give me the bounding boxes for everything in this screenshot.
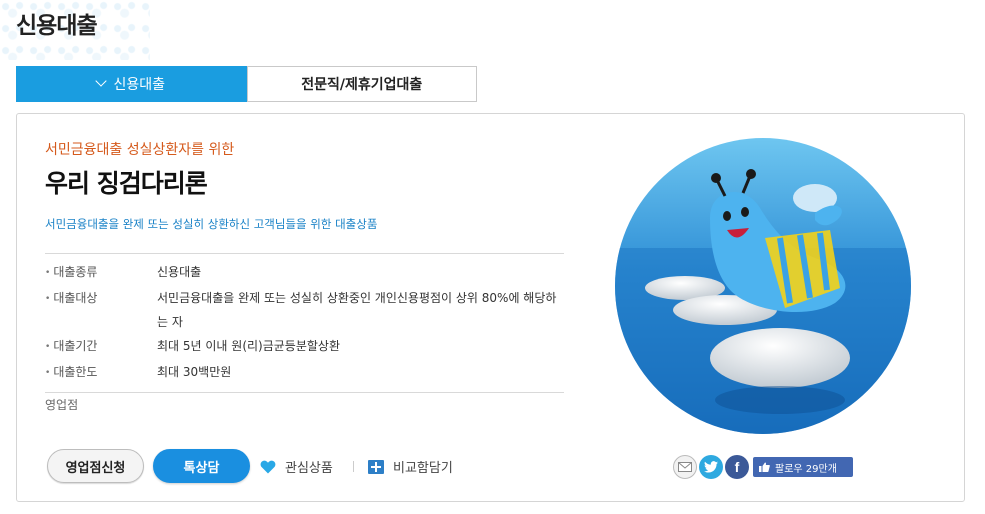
info-row-target: 대출대상 서민금융대출을 완제 또는 성실히 상환중인 개인신용평점이 상위 8… — [45, 286, 564, 334]
tab-label: 신용대출 — [113, 77, 166, 93]
chevron-down-icon — [95, 75, 108, 87]
talk-consult-button[interactable]: 톡상담 — [153, 449, 250, 483]
email-share-button[interactable] — [673, 455, 697, 479]
branch-label: 영업점 — [45, 398, 79, 412]
info-row-type: 대출종류 신용대출 — [45, 260, 564, 286]
mail-icon — [678, 462, 692, 472]
info-key: 대출종류 — [45, 260, 157, 286]
info-value: 서민금융대출을 완제 또는 성실히 상환중인 개인신용평점이 상위 80%에 해… — [157, 291, 557, 329]
tab-label: 전문직/제휴기업대출 — [301, 77, 423, 93]
info-key: 대출기간 — [45, 334, 157, 360]
compare-button[interactable]: 비교함담기 — [368, 457, 453, 476]
tab-credit-loan[interactable]: 신용대출 — [16, 66, 247, 102]
info-value: 최대 30백만원 — [157, 365, 232, 379]
facebook-icon: f — [734, 459, 740, 475]
twitter-icon — [704, 461, 718, 473]
divider — [353, 461, 354, 472]
favorite-label: 관심상품 — [285, 461, 333, 476]
page-title: 신용대출 — [16, 13, 98, 39]
follow-count-label: 팔로우 29만개 — [775, 463, 837, 475]
twitter-share-button[interactable] — [699, 455, 723, 479]
favorite-button[interactable]: 관심상품 — [260, 457, 333, 476]
compare-label: 비교함담기 — [393, 461, 453, 476]
info-value: 최대 5년 이내 원(리)금균등분할상환 — [157, 339, 341, 353]
tab-professional-loan[interactable]: 전문직/제휴기업대출 — [246, 66, 477, 102]
product-tabs: 신용대출 전문직/제휴기업대출 — [16, 66, 477, 102]
branch-apply-button[interactable]: 영업점신청 — [47, 449, 144, 483]
thumbs-up-icon — [759, 462, 770, 472]
info-row-limit: 대출한도 최대 30백만원 — [45, 360, 564, 386]
info-key: 대출대상 — [45, 286, 157, 334]
mascot-illustration — [615, 138, 911, 434]
product-info-list: 대출종류 신용대출 대출대상 서민금융대출을 완제 또는 성실히 상환중인 개인… — [45, 253, 564, 393]
product-title: 우리 징검다리론 — [45, 169, 208, 198]
product-subtitle: 서민금융대출 성실상환자를 위한 — [45, 142, 235, 158]
info-key: 대출한도 — [45, 360, 157, 386]
product-card: 서민금융대출 성실상환자를 위한 우리 징검다리론 서민금융대출을 완제 또는 … — [16, 113, 965, 502]
info-value: 신용대출 — [157, 265, 202, 279]
info-row-period: 대출기간 최대 5년 이내 원(리)금균등분할상환 — [45, 334, 564, 360]
facebook-share-button[interactable]: f — [725, 455, 749, 479]
heart-icon — [260, 460, 276, 473]
add-compare-icon — [368, 459, 384, 474]
facebook-follow-button[interactable]: 팔로우 29만개 — [753, 457, 853, 477]
product-description: 서민금융대출을 완제 또는 성실히 상환하신 고객님들을 위한 대출상품 — [45, 217, 378, 231]
